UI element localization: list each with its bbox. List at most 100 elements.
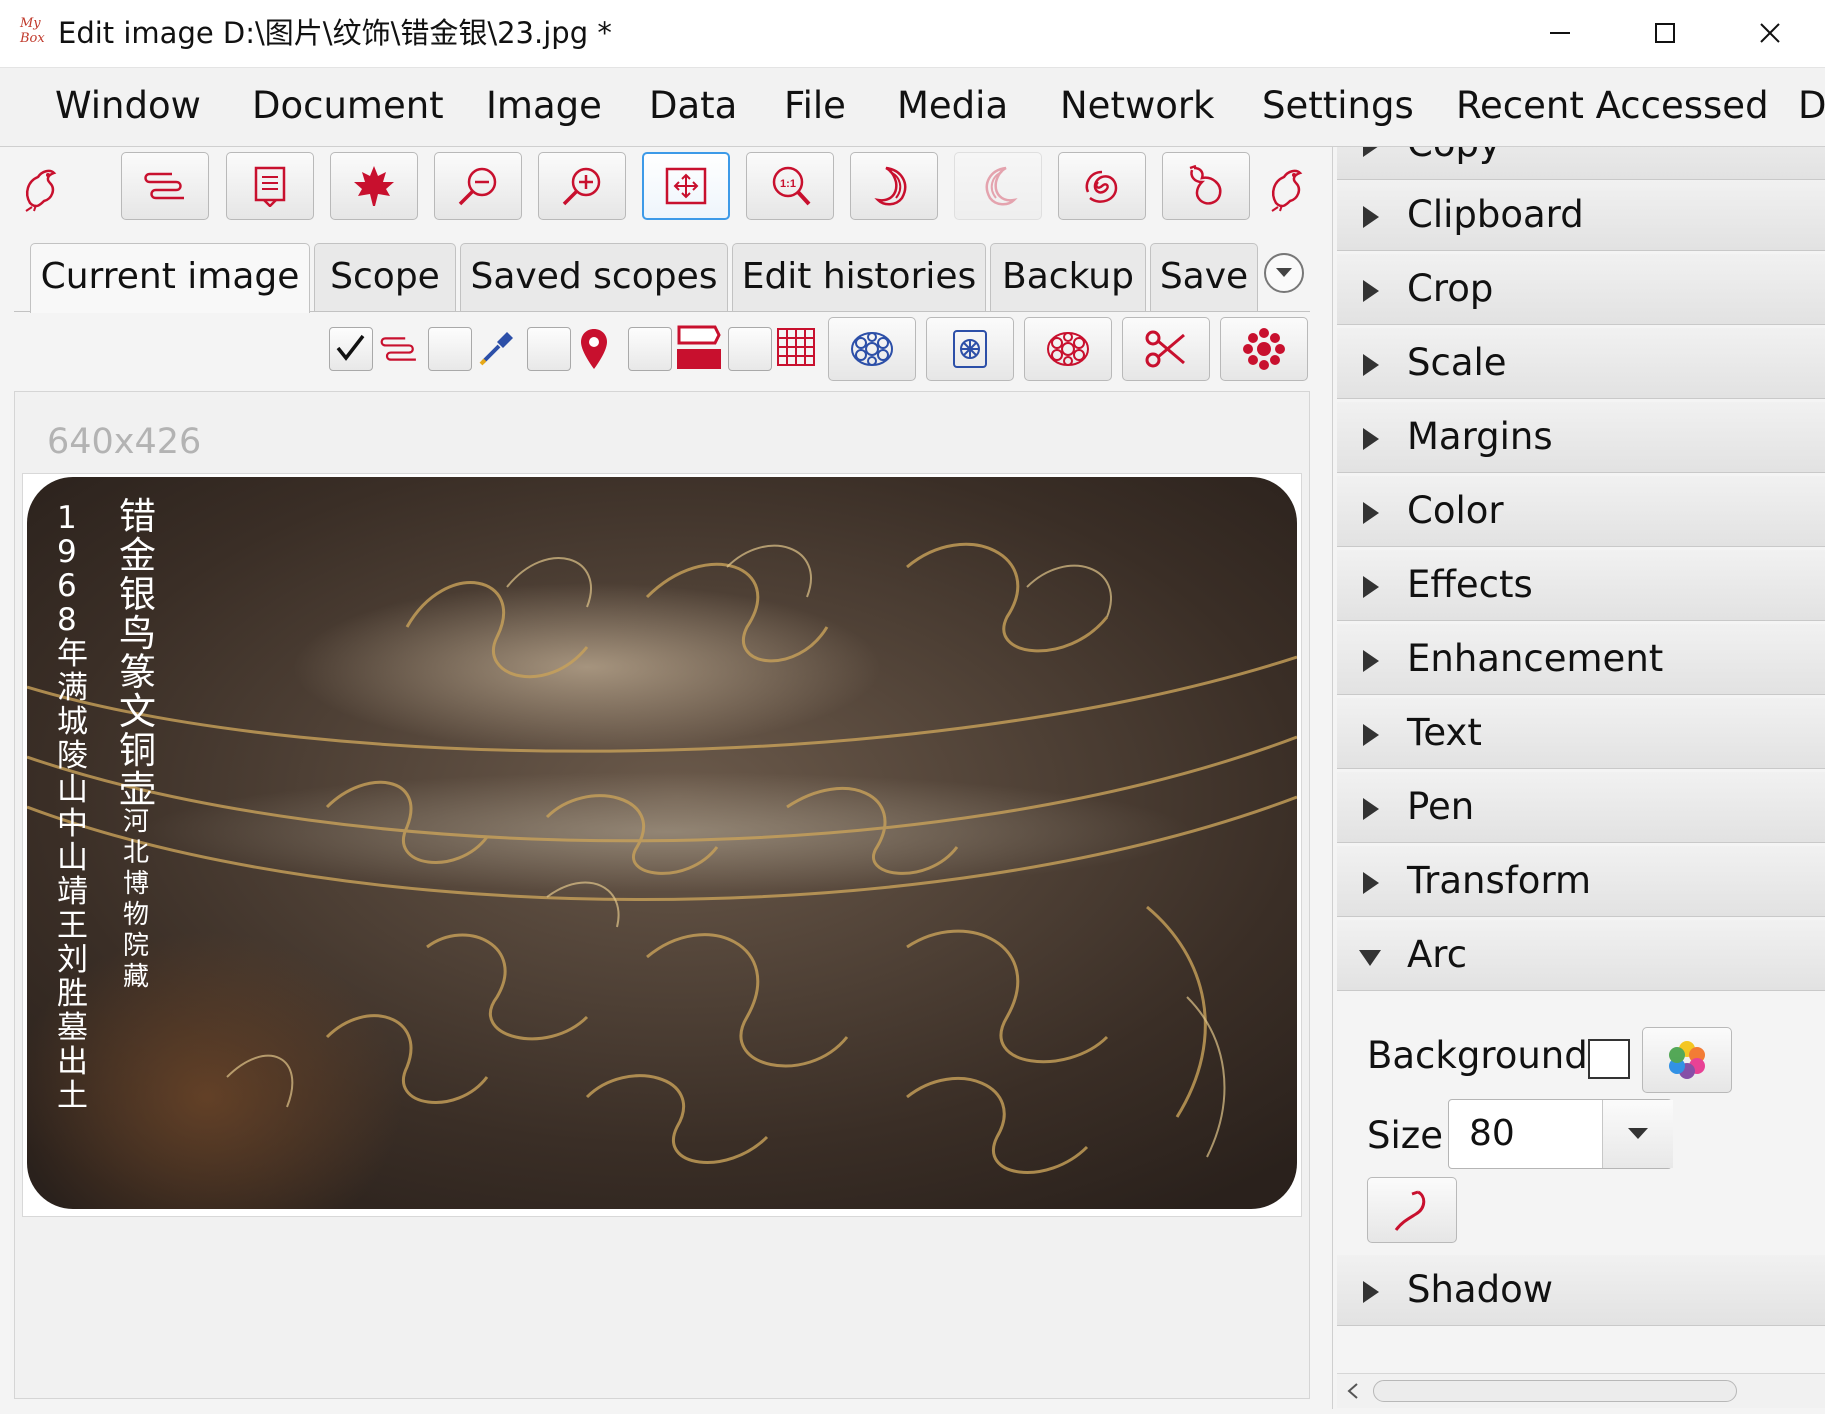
overlay-text-museum: 河北博物院藏 xyxy=(123,807,150,992)
section-margins[interactable]: Margins xyxy=(1337,402,1825,473)
location-checkbox[interactable] xyxy=(527,327,571,371)
section-effects[interactable]: Effects xyxy=(1337,550,1825,621)
scope-show-checkbox[interactable] xyxy=(329,327,373,371)
size-dropdown-button[interactable] xyxy=(1602,1100,1673,1168)
section-label: Shadow xyxy=(1407,1268,1553,1311)
app-window: My Box Edit image D:\图片\纹饰\错金银\23.jpg * … xyxy=(0,0,1825,1414)
tab-save[interactable]: Save xyxy=(1150,243,1258,311)
tab-backup[interactable]: Backup xyxy=(990,243,1146,311)
menu-bar: Window Document Image Data File Media Ne… xyxy=(0,68,1825,147)
flower-filled-icon xyxy=(1243,328,1285,370)
bird-icon[interactable] xyxy=(16,155,66,221)
maple-leaf-button[interactable] xyxy=(330,152,418,220)
scrollbar-thumb[interactable] xyxy=(1373,1380,1737,1402)
section-text[interactable]: Text xyxy=(1337,698,1825,769)
swirl-button[interactable] xyxy=(1058,152,1146,220)
image-frame: 错金银鸟篆文铜壶 1968年满城陵山中山靖王刘胜墓出土 河北博物院藏 xyxy=(22,473,1302,1217)
document-button[interactable] xyxy=(226,152,314,220)
close-button[interactable] xyxy=(1725,8,1815,58)
section-label: Pen xyxy=(1407,785,1475,828)
options-button[interactable] xyxy=(121,152,209,220)
eraser-checkbox[interactable] xyxy=(628,327,672,371)
image-viewer: 640x426 错金银鸟篆文铜壶 1968年满城陵山中山靖王刘胜墓出土 河北博物… xyxy=(14,391,1310,1399)
grid-checkbox[interactable] xyxy=(728,327,772,371)
section-transform[interactable]: Transform xyxy=(1337,846,1825,917)
color-picker-icon[interactable] xyxy=(476,329,516,369)
section-copy[interactable]: Copy xyxy=(1337,147,1825,180)
menu-window[interactable]: Window xyxy=(55,83,201,129)
section-color[interactable]: Color xyxy=(1337,476,1825,547)
document-icon xyxy=(254,166,286,207)
zoom-in-button[interactable] xyxy=(538,152,626,220)
maximize-button[interactable] xyxy=(1620,8,1710,58)
options-icon[interactable] xyxy=(376,329,422,369)
menu-document[interactable]: Document xyxy=(252,83,444,129)
pattern-button[interactable] xyxy=(828,317,916,381)
gourd-button[interactable] xyxy=(1162,152,1250,220)
minimize-icon xyxy=(1550,32,1570,34)
menu-network[interactable]: Network xyxy=(1060,83,1215,129)
zoom-in-icon xyxy=(562,167,601,206)
horizontal-scrollbar[interactable] xyxy=(1337,1373,1825,1408)
section-label: Effects xyxy=(1407,563,1533,606)
menu-file[interactable]: File xyxy=(784,83,846,129)
minimize-button[interactable] xyxy=(1515,8,1605,58)
zoom-out-button[interactable] xyxy=(434,152,522,220)
section-label: Enhancement xyxy=(1407,637,1664,680)
frame-pattern-button[interactable] xyxy=(926,317,1014,381)
section-label: Arc xyxy=(1407,933,1468,976)
color-checkbox[interactable] xyxy=(428,327,472,371)
zoom-out-icon xyxy=(458,167,497,206)
tab-scope[interactable]: Scope xyxy=(314,243,456,311)
menu-recent-accessed[interactable]: Recent Accessed xyxy=(1456,83,1769,129)
menu-settings[interactable]: Settings xyxy=(1262,83,1414,129)
section-label: Crop xyxy=(1407,267,1494,310)
menu-image[interactable]: Image xyxy=(486,83,602,129)
image-size-label: 640x426 xyxy=(47,422,202,462)
section-label: Transform xyxy=(1407,859,1592,902)
section-scale[interactable]: Scale xyxy=(1337,328,1825,399)
rotate-right-button[interactable] xyxy=(850,152,938,220)
edited-image[interactable]: 错金银鸟篆文铜壶 1968年满城陵山中山靖王刘胜墓出土 河北博物院藏 xyxy=(27,477,1297,1209)
tab-edit-histories[interactable]: Edit histories xyxy=(732,243,986,311)
operations-scroll: Copy Clipboard Crop Scale Margins Color … xyxy=(1333,147,1825,1373)
options-icon xyxy=(144,172,184,200)
actual-size-button[interactable]: 1:1 xyxy=(746,152,834,220)
color-palette-button[interactable] xyxy=(1642,1027,1732,1093)
rotate-right-icon xyxy=(874,166,907,206)
background-label: Background xyxy=(1367,1034,1588,1077)
location-pin-icon[interactable] xyxy=(574,327,614,371)
menu-data[interactable]: Data xyxy=(649,83,737,129)
size-combobox[interactable]: 80 xyxy=(1448,1099,1673,1169)
scissors-icon xyxy=(1145,330,1185,368)
grid-icon[interactable] xyxy=(776,327,820,371)
section-label: Text xyxy=(1407,711,1482,754)
eraser-icon[interactable] xyxy=(675,323,723,371)
tab-saved-scopes[interactable]: Saved scopes xyxy=(460,243,728,311)
section-label: Scale xyxy=(1407,341,1507,384)
menu-media[interactable]: Media xyxy=(897,83,1008,129)
section-clipboard[interactable]: Clipboard xyxy=(1337,180,1825,251)
svg-text:1:1: 1:1 xyxy=(780,178,796,190)
section-enhancement[interactable]: Enhancement xyxy=(1337,624,1825,695)
flower-filled-button[interactable] xyxy=(1220,317,1308,381)
flower-outline-button[interactable] xyxy=(1024,317,1112,381)
section-arc[interactable]: Arc xyxy=(1337,920,1825,991)
rotate-left-button[interactable] xyxy=(954,152,1042,220)
maple-leaf-icon xyxy=(354,166,394,206)
section-crop[interactable]: Crop xyxy=(1337,254,1825,325)
tab-current-image[interactable]: Current image xyxy=(30,243,310,313)
menu-more[interactable]: D xyxy=(1798,83,1825,129)
flower-outline-icon xyxy=(1047,332,1089,366)
background-color-swatch[interactable] xyxy=(1588,1039,1630,1079)
fit-window-button[interactable] xyxy=(642,152,730,220)
gourd-icon xyxy=(1189,164,1222,205)
section-shadow[interactable]: Shadow xyxy=(1337,1255,1825,1326)
chevron-down-icon xyxy=(1276,268,1292,277)
section-label: Clipboard xyxy=(1407,193,1584,236)
section-pen[interactable]: Pen xyxy=(1337,772,1825,843)
scissors-button[interactable] xyxy=(1122,317,1210,381)
tabs-overflow-button[interactable] xyxy=(1264,253,1304,293)
bird-icon[interactable] xyxy=(1262,155,1312,221)
apply-arc-button[interactable] xyxy=(1367,1177,1457,1243)
